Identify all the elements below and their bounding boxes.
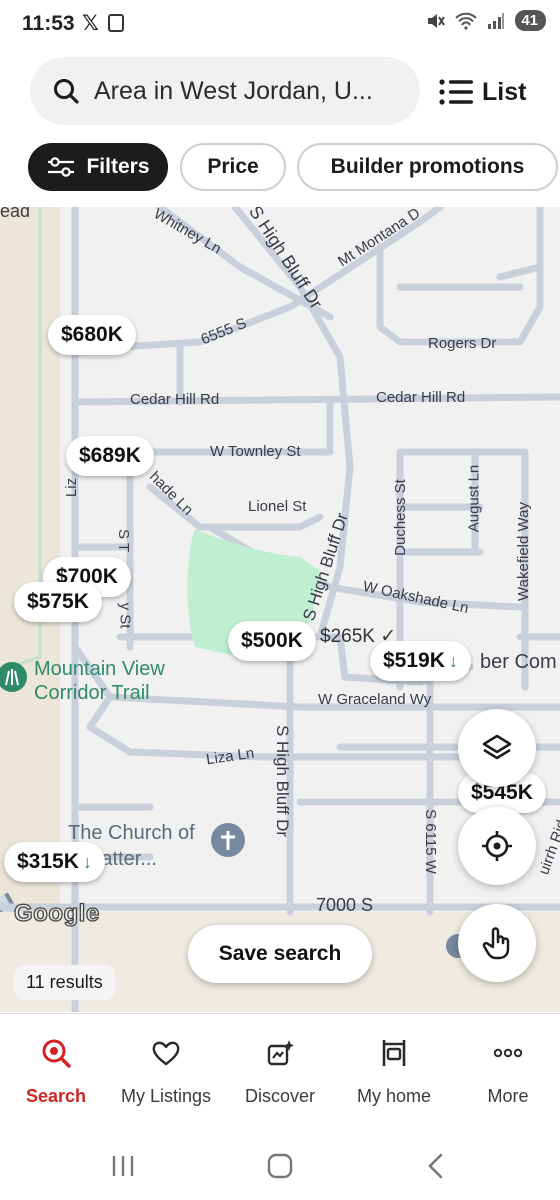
map-view[interactable]: Whitney Ln S High Bluff Dr Mt Montana D …: [0, 207, 560, 1012]
search-icon: [42, 1039, 71, 1068]
bottom-navigation: Search My Listings Discover My home More: [0, 1013, 560, 1131]
nav-label-my-listings: My Listings: [120, 1086, 212, 1106]
system-navigation-bar: [0, 1131, 560, 1200]
status-time: 11:53: [22, 12, 75, 35]
road-label-6115: S 6115 W: [421, 809, 439, 874]
nav-discover[interactable]: Discover: [224, 1014, 336, 1132]
map-layers-button[interactable]: [458, 709, 536, 787]
road-label-rogers: Rogers Dr: [428, 335, 497, 352]
church-label-line1: The Church of: [68, 822, 195, 844]
layers-icon: [482, 734, 512, 760]
price-pin-label: $575K: [27, 590, 89, 613]
road-label-august: August Ln: [465, 464, 483, 533]
discover-sparkle-icon: [267, 1040, 294, 1066]
sliders-icon: [48, 157, 75, 177]
nav-label-more: More: [487, 1086, 529, 1106]
filters-label: Filters: [86, 155, 150, 178]
price-pin-575k[interactable]: $575K: [14, 582, 102, 622]
heart-icon: [152, 1041, 180, 1066]
road-label-townley: W Townley St: [210, 443, 301, 460]
status-icons: 41: [425, 10, 546, 31]
home-button-icon[interactable]: [266, 1153, 294, 1179]
nav-label-my-home: My home: [356, 1086, 432, 1106]
road-label-wakefield: Wakefield Way: [514, 502, 532, 601]
builder-promotions-chip[interactable]: Builder promotions: [297, 143, 558, 191]
recent-apps-icon[interactable]: [110, 1153, 136, 1179]
nav-more[interactable]: More: [452, 1014, 560, 1132]
more-dots-icon: [493, 1048, 523, 1058]
nav-label-discover: Discover: [244, 1086, 315, 1106]
nav-search[interactable]: Search: [0, 1014, 112, 1132]
my-location-button[interactable]: [458, 807, 536, 885]
builder-promotions-label: Builder promotions: [330, 155, 525, 178]
results-count: 11 results: [14, 965, 115, 1000]
road-label-7000: 7000 S: [316, 895, 374, 915]
road-label-graceland: W Graceland Wy: [318, 691, 432, 708]
trail-label-line1: Mountain View: [34, 658, 165, 680]
price-drop-icon: ↓: [448, 651, 458, 671]
price-pin-680k[interactable]: $680K: [48, 315, 136, 355]
save-search-label: Save search: [218, 942, 342, 965]
notification-app-icon: [108, 14, 124, 32]
road-label-liz: Liz: [63, 477, 81, 498]
nav-my-listings[interactable]: My Listings: [110, 1014, 222, 1132]
search-input[interactable]: Area in West Jordan, U...: [94, 77, 373, 106]
road-label-st-left: S T: [115, 528, 133, 553]
list-icon: [439, 79, 473, 105]
price-pin-519k[interactable]: $519K ↓: [370, 641, 471, 681]
price-chip[interactable]: Price: [180, 143, 286, 191]
price-pin-label: $689K: [79, 444, 141, 467]
search-icon: [54, 79, 79, 104]
price-pin-label: $680K: [61, 323, 123, 346]
battery-indicator: 41: [515, 10, 546, 31]
price-pin-label: $519K: [383, 649, 445, 672]
price-pin-label: $315K: [17, 850, 79, 873]
nav-label-search: Search: [25, 1086, 87, 1106]
list-view-button[interactable]: List: [438, 72, 526, 112]
nav-my-home[interactable]: My home: [338, 1014, 450, 1132]
trail-label[interactable]: Mountain View Corridor Trail: [34, 657, 165, 705]
draw-area-button[interactable]: [458, 904, 536, 982]
hand-pointer-icon: [482, 927, 510, 960]
crosshair-icon: [482, 831, 512, 861]
road-label-ber-com: ber Com: [480, 651, 557, 673]
price-pin-label: $500K: [241, 629, 303, 652]
mute-icon: [428, 13, 446, 28]
road-label-lionel: Lionel St: [248, 498, 307, 515]
status-bar: 11:53 𝕏 41: [0, 0, 560, 46]
road-label-high-bluff-bottom: S High Bluff Dr: [273, 724, 293, 838]
road-label-ead: ead: [0, 207, 31, 221]
x-app-icon: 𝕏: [82, 12, 99, 35]
road-label-cedar-hill-right: Cedar Hill Rd: [376, 389, 466, 406]
road-label-cedar-hill-left: Cedar Hill Rd: [130, 391, 220, 408]
back-icon[interactable]: [424, 1153, 448, 1179]
save-search-button[interactable]: Save search: [188, 925, 372, 983]
search-bar[interactable]: Area in West Jordan, U...: [30, 57, 420, 125]
price-pin-689k[interactable]: $689K: [66, 436, 154, 476]
signal-icon: [488, 12, 505, 29]
price-pin-315k[interactable]: $315K ↓: [4, 842, 105, 882]
list-label: List: [482, 77, 527, 106]
google-logo: Google: [13, 899, 100, 927]
wifi-icon: [455, 12, 478, 30]
home-sign-icon: [382, 1040, 406, 1066]
price-label: Price: [207, 155, 259, 178]
trail-label-line2: Corridor Trail: [34, 682, 150, 704]
price-pin-500k[interactable]: $500K: [228, 621, 316, 661]
price-drop-icon: ↓: [82, 852, 92, 872]
road-label-st-left-2: y St: [116, 602, 134, 629]
filters-chip[interactable]: Filters: [28, 143, 168, 191]
road-label-duchess: Duchess St: [391, 479, 409, 556]
